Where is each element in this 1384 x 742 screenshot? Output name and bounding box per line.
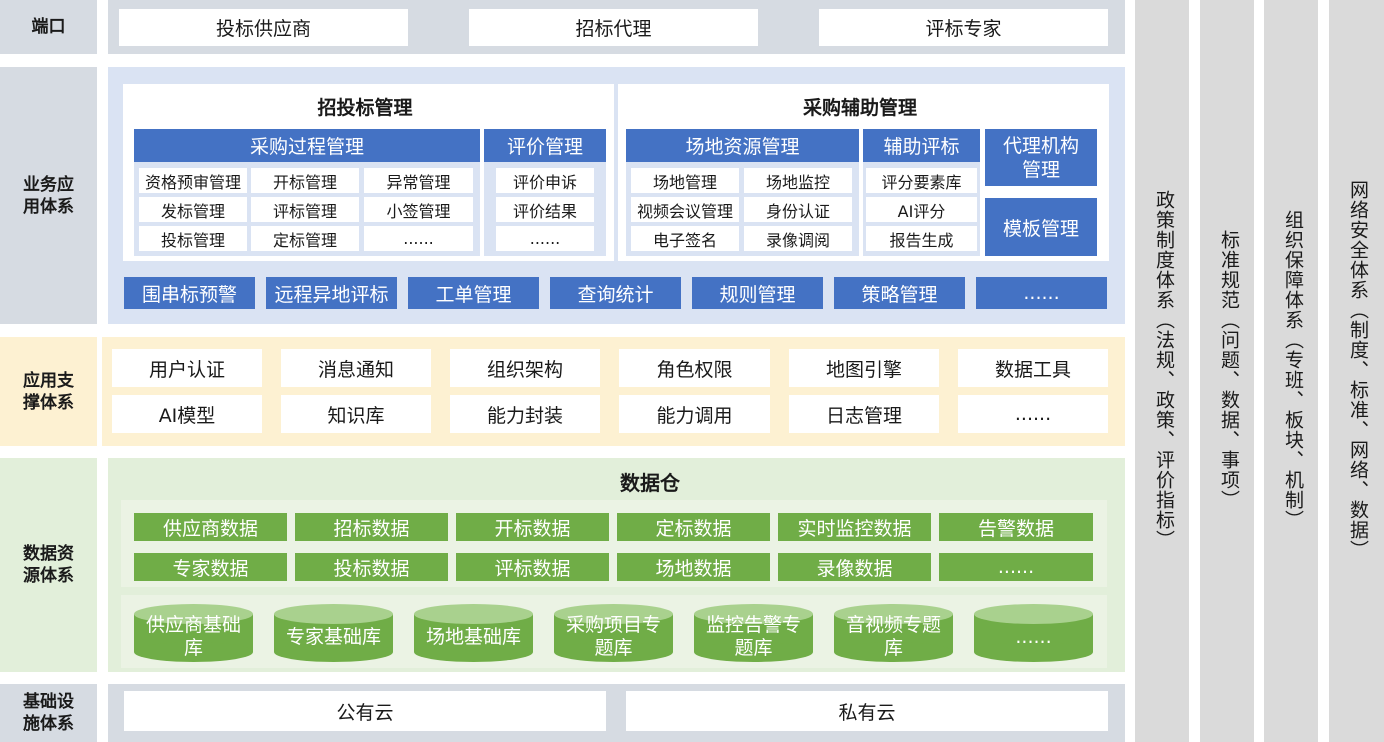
- data-item[interactable]: 场地数据: [617, 553, 770, 581]
- support-item[interactable]: 组织架构: [450, 349, 600, 387]
- data-item[interactable]: 定标数据: [617, 513, 770, 541]
- evaluation-cell[interactable]: 评价申诉: [496, 168, 594, 193]
- venue-cell[interactable]: 身份认证: [744, 197, 852, 222]
- database-cylinder[interactable]: 采购项目专 题库: [554, 604, 673, 662]
- aux-title: 采购辅助管理: [802, 96, 917, 119]
- data-item[interactable]: 供应商数据: [134, 513, 287, 541]
- process-cell[interactable]: 资格预审管理: [139, 168, 247, 193]
- venue-header[interactable]: 场地资源管理: [626, 129, 859, 162]
- process-cell[interactable]: ......: [364, 226, 473, 251]
- data-item[interactable]: 评标数据: [456, 553, 609, 581]
- row-label-infra: 基础设 施体系: [0, 684, 97, 742]
- process-cell[interactable]: 小签管理: [364, 197, 473, 222]
- process-cell[interactable]: 异常管理: [364, 168, 473, 193]
- assist-cell[interactable]: 报告生成: [866, 226, 977, 251]
- process-cell[interactable]: 发标管理: [139, 197, 247, 222]
- data-item[interactable]: 开标数据: [456, 513, 609, 541]
- assist-cell[interactable]: 评分要素库: [866, 168, 977, 193]
- evaluation-header[interactable]: 评价管理: [484, 129, 606, 162]
- row-label-data: 数据资 源体系: [0, 458, 97, 672]
- business-bottom-item[interactable]: 查询统计: [550, 277, 681, 309]
- side-text-policy: 政策制度体系（法规、政策、评价指标）: [1153, 190, 1175, 550]
- support-item[interactable]: ......: [958, 395, 1108, 433]
- warehouse-title: 数据仓: [620, 470, 680, 495]
- venue-cell[interactable]: 电子签名: [631, 226, 739, 251]
- bidding-title: 招投标管理: [317, 96, 413, 119]
- support-item[interactable]: 消息通知: [281, 349, 431, 387]
- support-item[interactable]: 知识库: [281, 395, 431, 433]
- row-label-support: 应用支 撑体系: [0, 337, 97, 446]
- database-cylinder[interactable]: 音视频专题 库: [834, 604, 953, 662]
- venue-cell[interactable]: 场地监控: [744, 168, 852, 193]
- process-cell[interactable]: 投标管理: [139, 226, 247, 251]
- venue-cell[interactable]: 录像调阅: [744, 226, 852, 251]
- row-label-business: 业务应 用体系: [0, 67, 97, 324]
- private-cloud[interactable]: 私有云: [626, 691, 1108, 731]
- database-cylinder[interactable]: 监控告警专 题库: [694, 604, 813, 662]
- database-cylinder[interactable]: 专家基础库: [274, 604, 393, 662]
- public-cloud[interactable]: 公有云: [124, 691, 606, 731]
- data-item[interactable]: ......: [939, 553, 1093, 581]
- evaluation-cell[interactable]: ......: [496, 226, 594, 251]
- business-bottom-item[interactable]: ......: [976, 277, 1107, 309]
- side-text-organization: 组织保障体系（专班、板块、机制）: [1282, 210, 1304, 530]
- support-item[interactable]: 用户认证: [112, 349, 262, 387]
- business-bottom-item[interactable]: 策略管理: [834, 277, 965, 309]
- support-item[interactable]: AI模型: [112, 395, 262, 433]
- support-item[interactable]: 能力调用: [619, 395, 770, 433]
- support-item[interactable]: 日志管理: [789, 395, 939, 433]
- business-bottom-item[interactable]: 工单管理: [408, 277, 539, 309]
- data-item[interactable]: 实时监控数据: [778, 513, 931, 541]
- venue-cell[interactable]: 视频会议管理: [631, 197, 739, 222]
- side-text-security: 网络安全体系（制度、标准、网络、数据）: [1347, 180, 1369, 560]
- support-item[interactable]: 地图引擎: [789, 349, 939, 387]
- data-item[interactable]: 告警数据: [939, 513, 1093, 541]
- business-bottom-item[interactable]: 规则管理: [692, 277, 823, 309]
- process-cell[interactable]: 评标管理: [251, 197, 359, 222]
- portal-expert[interactable]: 评标专家: [819, 9, 1108, 46]
- evaluation-cell[interactable]: 评价结果: [496, 197, 594, 222]
- portal-agency[interactable]: 招标代理: [469, 9, 758, 46]
- business-bottom-item[interactable]: 远程异地评标: [266, 277, 397, 309]
- process-header[interactable]: 采购过程管理: [134, 129, 480, 162]
- agency-management-box[interactable]: 代理机构 管理: [985, 129, 1097, 186]
- template-management-box[interactable]: 模板管理: [985, 198, 1097, 256]
- process-cell[interactable]: 定标管理: [251, 226, 359, 251]
- business-bottom-item[interactable]: 围串标预警: [124, 277, 255, 309]
- venue-cell[interactable]: 场地管理: [631, 168, 739, 193]
- assist-header[interactable]: 辅助评标: [863, 129, 980, 162]
- portal-supplier[interactable]: 投标供应商: [119, 9, 408, 46]
- data-item[interactable]: 录像数据: [778, 553, 931, 581]
- support-item[interactable]: 能力封装: [450, 395, 600, 433]
- assist-cell[interactable]: AI评分: [866, 197, 977, 222]
- support-item[interactable]: 角色权限: [619, 349, 770, 387]
- row-label-portal: 端口: [0, 0, 97, 54]
- database-cylinder[interactable]: ......: [974, 604, 1093, 662]
- data-item[interactable]: 招标数据: [295, 513, 448, 541]
- data-item[interactable]: 投标数据: [295, 553, 448, 581]
- data-item[interactable]: 专家数据: [134, 553, 287, 581]
- process-cell[interactable]: 开标管理: [251, 168, 359, 193]
- database-cylinder[interactable]: 场地基础库: [414, 604, 533, 662]
- database-cylinder[interactable]: 供应商基础 库: [134, 604, 253, 662]
- side-text-standards: 标准规范（问题、数据、事项）: [1218, 230, 1240, 510]
- support-item[interactable]: 数据工具: [958, 349, 1108, 387]
